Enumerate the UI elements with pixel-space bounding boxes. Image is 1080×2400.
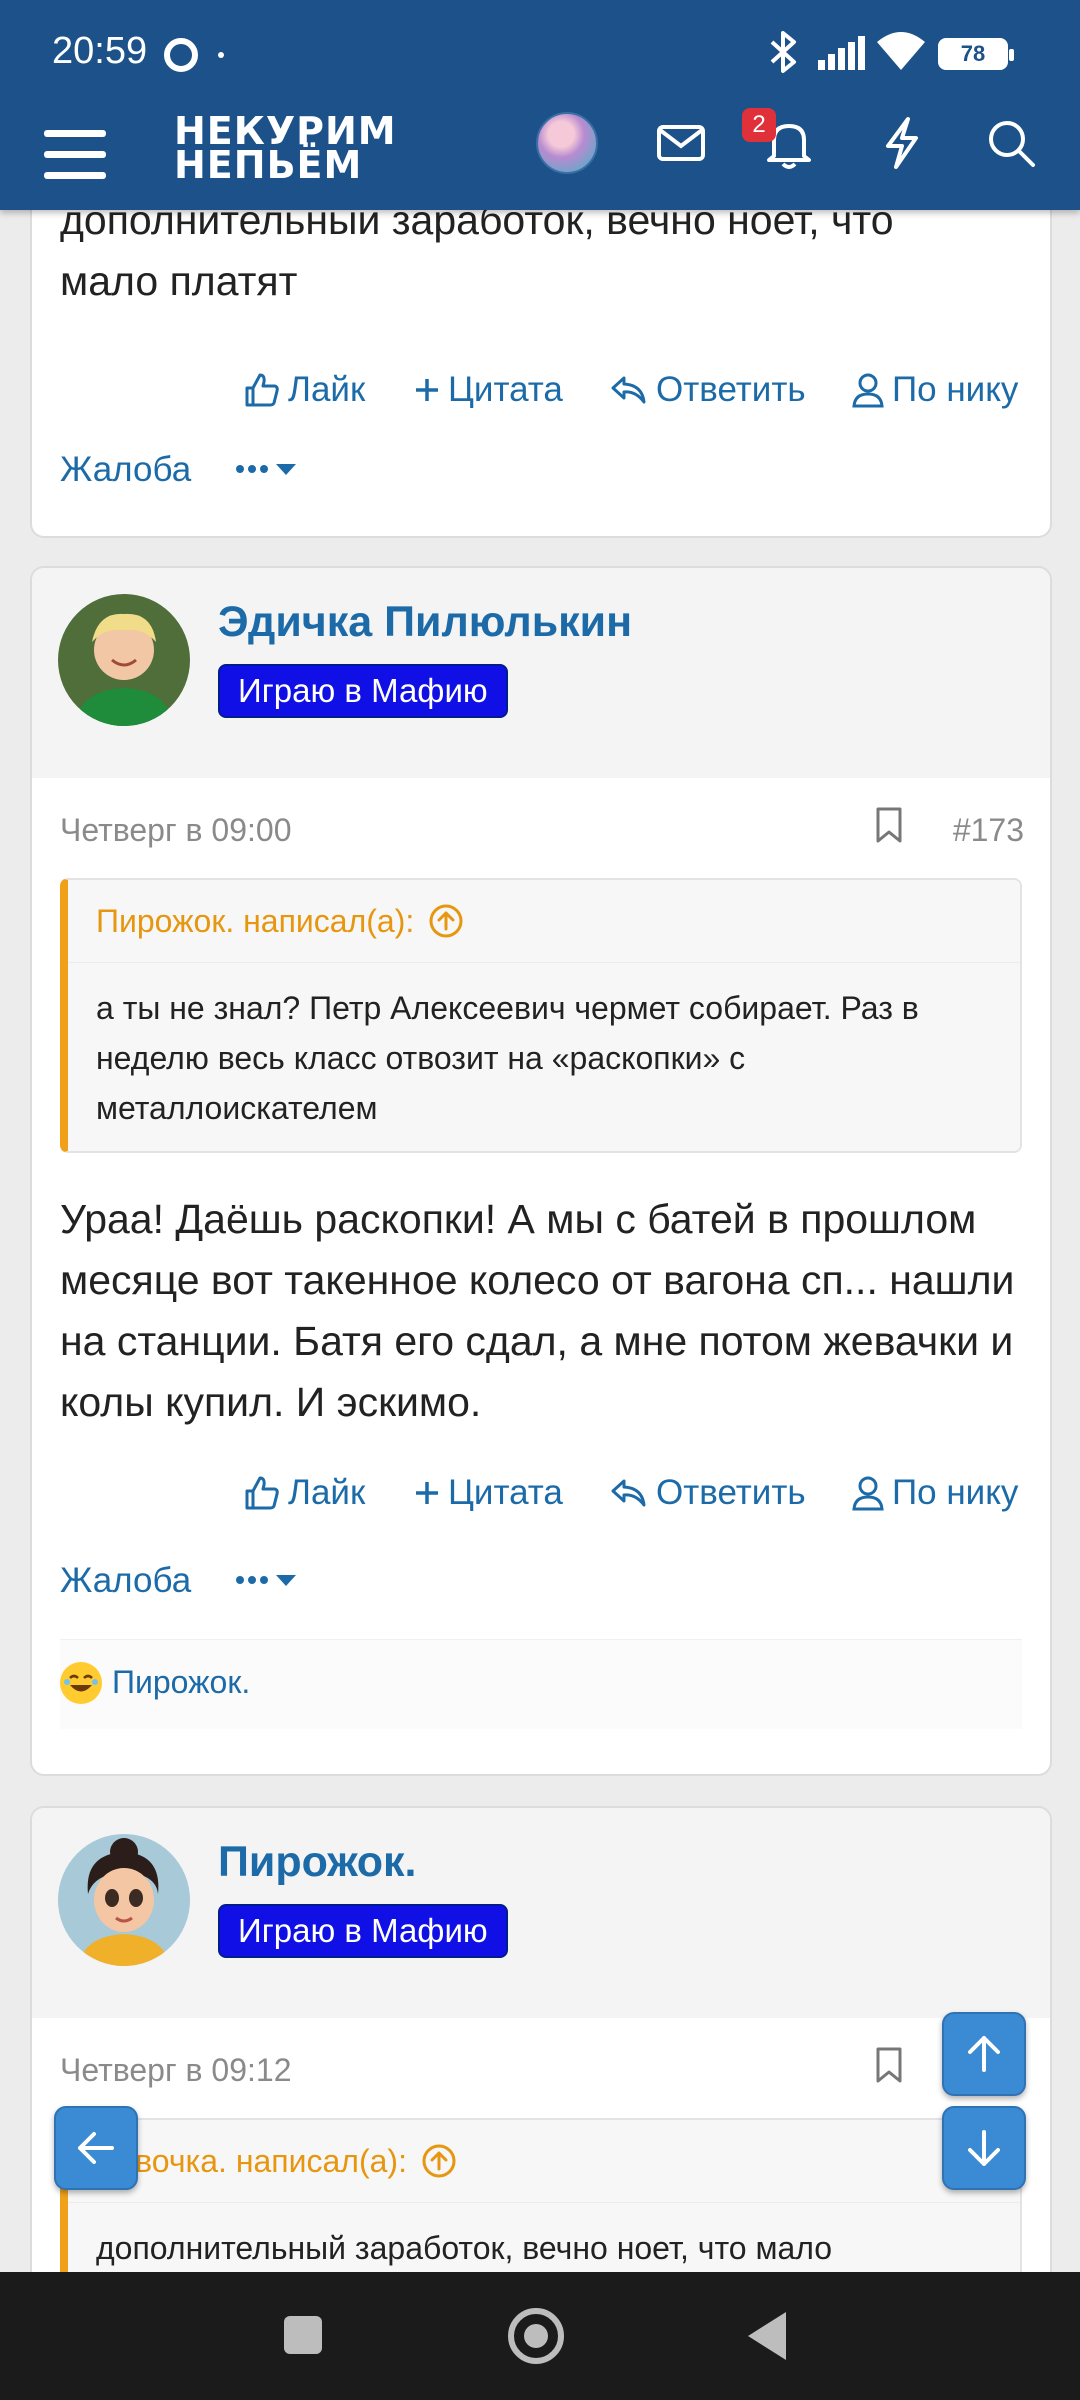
quote-button[interactable]: Цитата xyxy=(414,370,563,410)
complaint-link[interactable]: Жалоба xyxy=(60,1561,191,1601)
scroll-top-button[interactable] xyxy=(942,2012,1026,2096)
status-time: 20:59 xyxy=(52,30,148,72)
signal-icon xyxy=(818,36,865,70)
battery-indicator: 78 xyxy=(938,38,1014,70)
author-avatar[interactable] xyxy=(58,594,190,726)
like-button[interactable]: Лайк xyxy=(244,1473,365,1513)
reply-icon xyxy=(611,1479,646,1507)
back-button[interactable] xyxy=(748,2312,786,2360)
post-author-block: Эдичка Пилюлькин Играю в Мафию xyxy=(32,568,1050,778)
bookmark-icon[interactable] xyxy=(874,2046,904,2084)
more-options-icon[interactable] xyxy=(234,1565,302,1595)
quote-author: Пирожок. написал(а): xyxy=(96,903,415,939)
quote-header[interactable]: Вовочка. написал(а): xyxy=(68,2120,1020,2202)
arrow-left-icon xyxy=(78,2132,114,2164)
bookmark-icon[interactable] xyxy=(874,806,904,844)
by-nick-label: По нику xyxy=(892,1473,1019,1512)
post-card: Эдичка Пилюлькин Играю в Мафию Четверг в… xyxy=(30,566,1052,1776)
user-avatar[interactable] xyxy=(536,112,598,174)
reply-button[interactable]: Ответить xyxy=(610,370,806,410)
arrow-up-icon xyxy=(968,2036,1000,2072)
plus-icon xyxy=(416,379,438,401)
reply-icon xyxy=(611,376,646,404)
user-icon xyxy=(852,1476,884,1511)
quote-block: Вовочка. написал(а): дополнительный зара… xyxy=(60,2118,1022,2293)
wifi-icon xyxy=(877,32,925,70)
by-nick-label: По нику xyxy=(892,370,1019,409)
complaint-link[interactable]: Жалоба xyxy=(60,450,191,490)
search-icon[interactable] xyxy=(986,118,1036,168)
by-nick-button[interactable]: По нику xyxy=(852,1473,1018,1513)
go-back-button[interactable] xyxy=(54,2106,138,2190)
arrow-up-circle-icon[interactable] xyxy=(421,2143,457,2179)
notification-badge: 2 xyxy=(742,108,776,142)
recent-apps-button[interactable] xyxy=(284,2316,322,2354)
site-header: НЕКУРИМ НЕПЬЁМ 2 xyxy=(0,108,1080,210)
reaction-user[interactable]: Пирожок. xyxy=(112,1664,250,1701)
arrow-up-circle-icon[interactable] xyxy=(428,903,464,939)
more-options-icon[interactable] xyxy=(234,454,302,484)
quote-button[interactable]: Цитата xyxy=(414,1473,563,1513)
post-meta: Четверг в 09:00 #173 xyxy=(32,778,1050,878)
mail-icon[interactable] xyxy=(656,122,706,164)
system-navigation-bar xyxy=(0,2272,1080,2400)
post-author-block: Пирожок. Играю в Мафию xyxy=(32,1808,1050,2018)
post-meta: Четверг в 09:12 #174 xyxy=(32,2018,1050,2118)
quote-author: Вовочка. написал(а): xyxy=(96,2143,407,2179)
laughing-emoji-icon xyxy=(60,1662,102,1704)
quote-header[interactable]: Пирожок. написал(а): xyxy=(68,880,1020,962)
by-nick-button[interactable]: По нику xyxy=(852,370,1018,410)
reactions-bar[interactable]: Пирожок. xyxy=(60,1639,1022,1729)
reply-label: Ответить xyxy=(656,1473,806,1512)
user-title-badge: Играю в Мафию xyxy=(218,664,508,718)
status-dot-icon xyxy=(218,52,224,58)
message-line: мало платят xyxy=(60,258,298,304)
post-sub-actions: Жалоба xyxy=(32,432,1050,528)
reply-label: Ответить xyxy=(656,370,806,409)
quote-label: Цитата xyxy=(448,1473,563,1512)
quote-block: Пирожок. написал(а): а ты не знал? Петр … xyxy=(60,878,1022,1153)
scroll-bottom-button[interactable] xyxy=(942,2106,1026,2190)
like-label: Лайк xyxy=(288,1473,366,1512)
arrow-down-icon xyxy=(968,2130,1000,2166)
status-bar: 20:59 78 xyxy=(0,0,1080,108)
home-button[interactable] xyxy=(508,2308,564,2364)
logo-line2: НЕПЬЁМ xyxy=(174,143,363,187)
user-icon xyxy=(852,373,884,408)
post-sub-actions: Жалоба xyxy=(32,1543,1050,1639)
post-card: Пирожок. Играю в Мафию Четверг в 09:12 #… xyxy=(30,1806,1052,2326)
plus-icon xyxy=(416,1482,438,1504)
like-button[interactable]: Лайк xyxy=(244,370,365,410)
post-actions: Лайк Цитата Ответить По нику xyxy=(32,1443,1050,1543)
author-name[interactable]: Пирожок. xyxy=(218,1838,416,1887)
quote-body: а ты не знал? Петр Алексеевич чермет соб… xyxy=(68,962,1020,1151)
app-top-bar: 20:59 78 НЕКУРИМ НЕПЬЁМ 2 xyxy=(0,0,1080,210)
thumbs-up-icon xyxy=(245,1476,279,1510)
author-avatar[interactable] xyxy=(58,1834,190,1966)
bolt-icon[interactable] xyxy=(880,116,924,170)
status-ring-icon xyxy=(164,38,198,72)
post-message: Ураа! Даёшь раскопки! А мы с батей в про… xyxy=(60,1196,1015,1425)
thumbs-up-icon xyxy=(245,373,279,407)
author-name[interactable]: Эдичка Пилюлькин xyxy=(218,598,632,647)
user-title-badge: Играю в Мафию xyxy=(218,1904,508,1958)
bluetooth-icon xyxy=(770,31,796,73)
post-number[interactable]: #173 xyxy=(953,812,1024,849)
post-date[interactable]: Четверг в 09:12 xyxy=(60,2052,291,2089)
post-date[interactable]: Четверг в 09:00 xyxy=(60,812,291,849)
menu-icon[interactable] xyxy=(44,124,106,186)
post-actions: Лайк Цитата Ответить По нику xyxy=(32,340,1050,440)
quote-label: Цитата xyxy=(448,370,563,409)
like-label: Лайк xyxy=(288,370,366,409)
reply-button[interactable]: Ответить xyxy=(610,1473,806,1513)
site-logo[interactable]: НЕКУРИМ НЕПЬЁМ xyxy=(174,112,397,187)
